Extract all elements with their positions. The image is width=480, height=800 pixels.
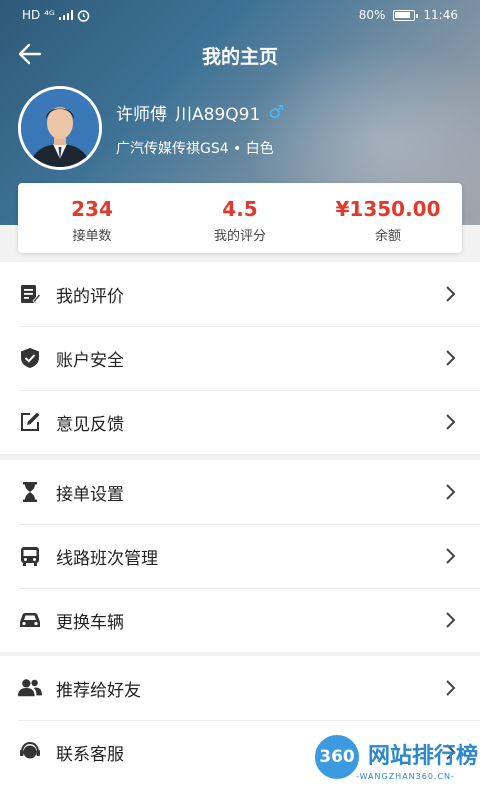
stat-value: 4.5 (222, 197, 258, 221)
headset-icon (18, 740, 42, 764)
menu-item-label: 接单设置 (56, 484, 124, 505)
network-indicator: HD ⁴ᴳ (22, 8, 55, 22)
chevron-right-icon (446, 350, 456, 366)
document-edit-icon (18, 282, 42, 306)
chevron-right-icon (446, 286, 456, 302)
chevron-right-icon (446, 484, 456, 500)
battery-icon (393, 9, 419, 21)
page-title: 我的主页 (201, 46, 278, 68)
car-icon (18, 608, 42, 632)
watermark: 360 网站排行榜 -WANGZHAN360.CN- (260, 730, 480, 800)
vehicle-info: 广汽传媒传祺GS4 • 白色 (116, 141, 274, 157)
watermark-text: 网站排行榜 (368, 744, 479, 769)
stat-rating[interactable]: 4.5 我的评分 (166, 183, 314, 253)
menu-group-account: 我的评价 账户安全 意见反馈 (0, 262, 480, 454)
stats-card: 234 接单数 4.5 我的评分 ¥1350.00 余额 (18, 183, 462, 253)
menu-item-label: 推荐给好友 (56, 680, 141, 701)
chevron-right-icon (446, 414, 456, 430)
menu-item-feedback[interactable]: 意见反馈 (0, 390, 480, 454)
chevron-right-icon (446, 612, 456, 628)
menu-item-my-reviews[interactable]: 我的评价 (0, 262, 480, 326)
chevron-right-icon (446, 680, 456, 696)
menu-item-change-vehicle[interactable]: 更换车辆 (0, 588, 480, 652)
driver-name: 许师傅 (116, 105, 167, 125)
menu-item-label: 我的评价 (56, 286, 124, 307)
menu-item-account-security[interactable]: 账户安全 (0, 326, 480, 390)
shield-icon (18, 346, 42, 370)
watermark-logo: 360 (312, 732, 362, 782)
stat-value: 234 (71, 197, 113, 221)
signal-icon (58, 10, 73, 20)
menu-item-label: 联系客服 (56, 744, 124, 765)
stat-orders[interactable]: 234 接单数 (18, 183, 166, 253)
menu-group-service: 接单设置 线路班次管理 更换车辆 (0, 460, 480, 652)
edit-icon (18, 410, 42, 434)
menu-item-route-schedule[interactable]: 线路班次管理 (0, 524, 480, 588)
users-icon (18, 676, 42, 700)
menu-item-order-settings[interactable]: 接单设置 (0, 460, 480, 524)
avatar[interactable] (18, 86, 102, 170)
chevron-right-icon (446, 548, 456, 564)
stat-label: 接单数 (72, 229, 112, 244)
status-bar: HD ⁴ᴳ 80% 11:46 (0, 0, 480, 32)
alarm-icon (77, 9, 89, 22)
bus-icon (18, 544, 42, 568)
hourglass-icon (18, 480, 42, 504)
stat-balance[interactable]: ¥1350.00 余额 (314, 183, 462, 253)
stat-label: 我的评分 (213, 229, 266, 244)
clock: 11:46 (423, 8, 458, 22)
menu-item-label: 意见反馈 (56, 414, 124, 435)
watermark-url: -WANGZHAN360.CN- (356, 772, 455, 781)
menu-item-label: 线路班次管理 (56, 548, 158, 569)
male-icon: ♂ (268, 102, 285, 123)
stat-value: ¥1350.00 (335, 197, 441, 221)
license-plate: 川A89Q91 (175, 105, 261, 125)
menu-item-recommend-friends[interactable]: 推荐给好友 (0, 656, 480, 720)
battery-percent: 80% (358, 8, 386, 22)
menu-item-label: 账户安全 (56, 350, 124, 371)
stat-label: 余额 (374, 229, 401, 244)
menu-item-label: 更换车辆 (56, 612, 124, 633)
